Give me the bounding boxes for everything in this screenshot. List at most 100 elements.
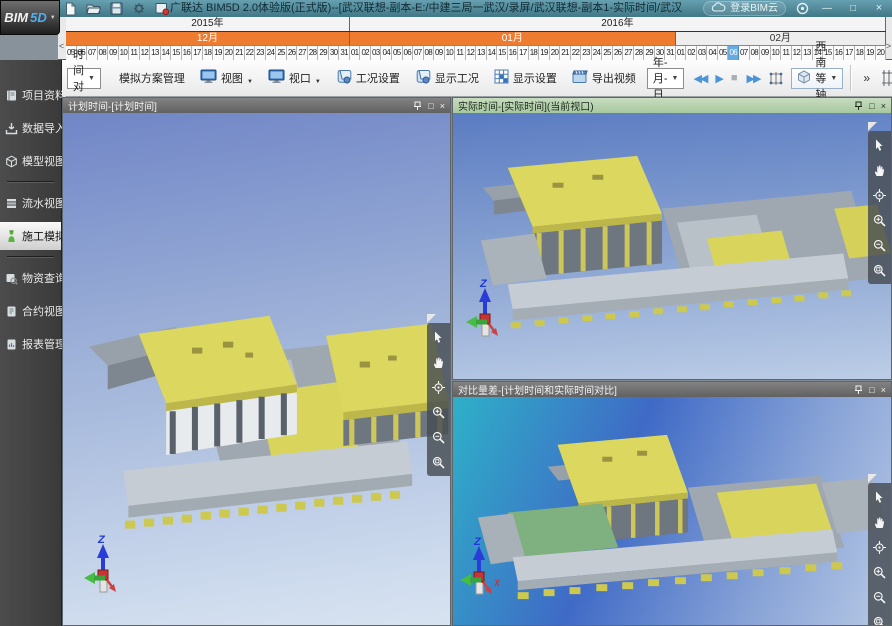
- timeline-day-cell[interactable]: 13: [150, 46, 161, 60]
- timeline-day-cell[interactable]: 19: [539, 46, 550, 60]
- pan-tool-button[interactable]: [872, 163, 887, 178]
- timeline-day-cell[interactable]: 04: [381, 46, 392, 60]
- simulation-timeline[interactable]: < > 2015年2016年 12月01月02月 050607080910111…: [58, 17, 892, 60]
- maximize-button[interactable]: □: [845, 1, 861, 16]
- show-condition-button[interactable]: 显示工况: [411, 67, 483, 89]
- timeline-day-cell[interactable]: 18: [855, 46, 866, 60]
- timeline-day-cell[interactable]: 05: [392, 46, 403, 60]
- select-tool-button[interactable]: [431, 330, 446, 345]
- timeline-day-cell[interactable]: 09: [760, 46, 771, 60]
- timeline-day-cell[interactable]: 17: [518, 46, 529, 60]
- timeline-day-cell[interactable]: 26: [287, 46, 298, 60]
- pin-icon[interactable]: [854, 101, 863, 111]
- zoom-out-tool-button[interactable]: [872, 590, 887, 605]
- frame-grid-icon[interactable]: [768, 71, 784, 86]
- timeline-month-cell[interactable]: 01月: [350, 32, 676, 45]
- view-orientation-dropdown[interactable]: 西南等轴测 ▼: [791, 68, 843, 89]
- pan-tool-button[interactable]: [431, 355, 446, 370]
- pan-tool-button[interactable]: [872, 515, 887, 530]
- zoom-window-tool-button[interactable]: [872, 263, 887, 278]
- maximize-icon[interactable]: □: [869, 101, 874, 111]
- timeline-day-cell[interactable]: 10: [771, 46, 782, 60]
- date-format-dropdown[interactable]: 年-月-日 ▼: [647, 68, 685, 89]
- timeline-day-cell[interactable]: 09: [434, 46, 445, 60]
- play-button[interactable]: ▶: [715, 72, 721, 85]
- timeline-day-cell[interactable]: 16: [508, 46, 519, 60]
- timeline-day-cell[interactable]: 14: [487, 46, 498, 60]
- timeline-day-cell[interactable]: 15: [497, 46, 508, 60]
- timeline-day-cell[interactable]: 06: [403, 46, 414, 60]
- maximize-icon[interactable]: □: [428, 101, 433, 111]
- display-setting-button[interactable]: 显示设置: [490, 67, 561, 89]
- collapse-handle-icon[interactable]: [427, 314, 436, 323]
- zoom-window-tool-button[interactable]: [872, 615, 887, 625]
- viewport-comparison[interactable]: Z X: [453, 397, 891, 625]
- timeline-day-cell[interactable]: 13: [802, 46, 813, 60]
- viewport-button[interactable]: 视口 ▼: [264, 67, 325, 89]
- timeline-day-cell[interactable]: 10: [445, 46, 456, 60]
- timeline-scroll-left[interactable]: <: [58, 41, 65, 51]
- login-bim-cloud-button[interactable]: 登录BIM云: [703, 1, 786, 16]
- timeline-day-cell[interactable]: 11: [129, 46, 140, 60]
- zoom-out-tool-button[interactable]: [431, 430, 446, 445]
- timeline-day-cell[interactable]: 27: [297, 46, 308, 60]
- sidebar-item-project-info[interactable]: 项目资料: [0, 81, 61, 109]
- timeline-day-cell[interactable]: 03: [697, 46, 708, 60]
- timeline-day-cell[interactable]: 23: [581, 46, 592, 60]
- timeline-day-cell[interactable]: 28: [308, 46, 319, 60]
- orbit-tool-button[interactable]: [872, 188, 887, 203]
- timeline-day-cell[interactable]: 17: [192, 46, 203, 60]
- timeline-day-cell[interactable]: 08: [750, 46, 761, 60]
- select-tool-button[interactable]: [872, 138, 887, 153]
- open-file-icon[interactable]: [86, 2, 101, 15]
- timeline-day-cell[interactable]: 07: [87, 46, 98, 60]
- zoom-in-tool-button[interactable]: [872, 213, 887, 228]
- timeline-day-cell[interactable]: 12: [140, 46, 151, 60]
- minimize-button[interactable]: —: [819, 1, 835, 16]
- about-ring-icon[interactable]: [796, 2, 809, 15]
- save-icon[interactable]: [110, 2, 123, 15]
- timeline-day-cell[interactable]: 12: [792, 46, 803, 60]
- collapse-handle-icon[interactable]: [868, 474, 877, 483]
- sidebar-item-model-view[interactable]: 模型视图: [0, 147, 61, 175]
- timeline-day-cell[interactable]: 07: [413, 46, 424, 60]
- timeline-day-cell[interactable]: 02: [360, 46, 371, 60]
- timeline-day-cell[interactable]: 16: [834, 46, 845, 60]
- timeline-day-cell[interactable]: 29: [318, 46, 329, 60]
- close-icon[interactable]: ×: [881, 385, 886, 395]
- simulation-mode-dropdown[interactable]: 时间对比 ▼: [67, 68, 101, 89]
- pin-icon[interactable]: [854, 385, 863, 395]
- timeline-day-cell[interactable]: 11: [455, 46, 466, 60]
- panel-header[interactable]: 计划时间-[计划时间] □ ×: [63, 98, 450, 113]
- timeline-day-cell[interactable]: 21: [560, 46, 571, 60]
- timeline-day-cell[interactable]: 15: [171, 46, 182, 60]
- close-button[interactable]: ×: [871, 1, 887, 16]
- message-badge-icon[interactable]: [155, 2, 169, 15]
- timeline-day-cell[interactable]: 06: [728, 46, 739, 60]
- orbit-tool-button[interactable]: [431, 380, 446, 395]
- timeline-day-cell[interactable]: 24: [592, 46, 603, 60]
- timeline-day-cell[interactable]: 12: [466, 46, 477, 60]
- timeline-day-cell[interactable]: 18: [203, 46, 214, 60]
- timeline-day-cell[interactable]: 05: [718, 46, 729, 60]
- timeline-day-cell[interactable]: 19: [213, 46, 224, 60]
- timeline-day-cell[interactable]: 24: [266, 46, 277, 60]
- timeline-day-cell[interactable]: 27: [623, 46, 634, 60]
- panel-header[interactable]: 实际时间-[实际时间](当前视口) □ ×: [453, 98, 891, 113]
- timeline-day-cell[interactable]: 23: [255, 46, 266, 60]
- timeline-day-cell[interactable]: 21: [234, 46, 245, 60]
- collapse-handle-icon[interactable]: [868, 122, 877, 131]
- timeline-day-cell[interactable]: 08: [98, 46, 109, 60]
- timeline-day-cell[interactable]: 02: [686, 46, 697, 60]
- sidebar-item-construction-sim[interactable]: 施工模拟: [0, 222, 61, 250]
- timeline-day-cell[interactable]: 26: [613, 46, 624, 60]
- scheme-manage-button[interactable]: 模拟方案管理: [115, 68, 189, 88]
- timeline-day-cell[interactable]: 20: [224, 46, 235, 60]
- timeline-day-cell[interactable]: 22: [245, 46, 256, 60]
- sidebar-item-data-import[interactable]: 数据导入: [0, 114, 61, 142]
- stop-button[interactable]: ■: [731, 72, 738, 84]
- timeline-day-cell[interactable]: 18: [529, 46, 540, 60]
- new-file-icon[interactable]: [64, 2, 77, 16]
- select-tool-button[interactable]: [872, 490, 887, 505]
- timeline-day-cell[interactable]: 17: [844, 46, 855, 60]
